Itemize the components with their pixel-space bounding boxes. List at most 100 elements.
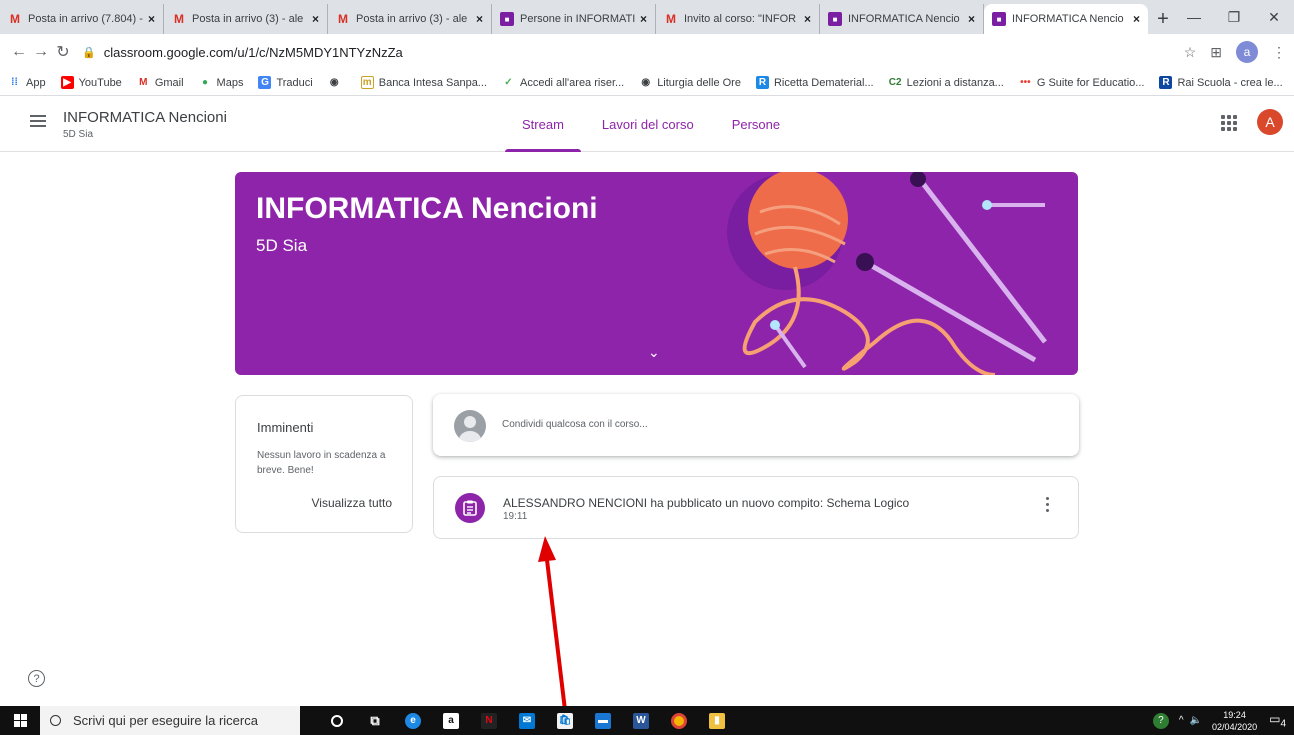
close-window-icon[interactable]: ✕ bbox=[1254, 0, 1294, 34]
bank-icon: m bbox=[360, 76, 374, 89]
cortana-icon[interactable] bbox=[318, 706, 356, 735]
class-nav-tabs: Stream Lavori del corso Persone bbox=[503, 97, 799, 152]
forward-icon[interactable]: → bbox=[30, 43, 52, 61]
star-bookmark-icon[interactable]: ☆ bbox=[1184, 44, 1197, 61]
bookmark-maps[interactable]: ● Maps bbox=[199, 76, 243, 89]
class-name[interactable]: INFORMATICA Nencioni bbox=[63, 109, 227, 126]
bookmark-accedi[interactable]: ✓ Accedi all'area riser... bbox=[502, 76, 624, 89]
banner-subtitle: 5D Sia bbox=[256, 236, 308, 255]
share-box[interactable]: Condividi qualcosa con il corso... bbox=[433, 394, 1079, 456]
close-tab-icon[interactable]: × bbox=[1133, 12, 1140, 26]
gmail-icon: M bbox=[139, 77, 148, 88]
minimize-icon[interactable]: — bbox=[1174, 0, 1214, 34]
gmail-icon: M bbox=[174, 12, 184, 26]
bookmark-rai[interactable]: R Rai Scuola - crea le... bbox=[1159, 76, 1283, 89]
amazon-icon[interactable]: a bbox=[432, 706, 470, 735]
profile-avatar[interactable]: a bbox=[1236, 41, 1258, 63]
word-icon[interactable]: W bbox=[622, 706, 660, 735]
bookmark-ricetta[interactable]: R Ricetta Dematerial... bbox=[755, 76, 874, 89]
file-explorer-icon[interactable]: ▬ bbox=[584, 706, 622, 735]
close-tab-icon[interactable]: × bbox=[968, 12, 975, 26]
globe-icon: ◉ bbox=[641, 77, 651, 88]
chrome-icon[interactable] bbox=[660, 706, 698, 735]
extensions-icon[interactable]: ⊞ bbox=[1210, 44, 1222, 61]
bookmark-gsuite[interactable]: ••• G Suite for Educatio... bbox=[1019, 76, 1144, 89]
system-tray: ? ^ 🔈 19:24 02/04/2020 ▭4 bbox=[1152, 706, 1294, 735]
bookmark-lezioni[interactable]: C2 Lezioni a distanza... bbox=[889, 76, 1004, 89]
taskbar-clock[interactable]: 19:24 02/04/2020 bbox=[1212, 709, 1257, 733]
volume-icon[interactable]: 🔈 bbox=[1190, 715, 1202, 726]
browser-tab-active[interactable]: ■ INFORMATICA Nencio × bbox=[984, 4, 1148, 34]
google-apps-icon[interactable] bbox=[1221, 115, 1237, 131]
view-all-link[interactable]: Visualizza tutto bbox=[312, 496, 393, 510]
windows-taskbar: Scrivi qui per eseguire la ricerca ⧉ e a… bbox=[0, 706, 1294, 735]
youtube-icon: ▶ bbox=[60, 76, 74, 89]
classroom-icon: ■ bbox=[500, 12, 514, 26]
translate-icon: G bbox=[258, 76, 272, 89]
bookmark-app[interactable]: ⁞⁞ App bbox=[8, 76, 45, 89]
task-view-icon[interactable]: ⧉ bbox=[356, 706, 394, 735]
bookmark-globe[interactable]: ◉ bbox=[328, 76, 346, 89]
browser-tab[interactable]: ■ Persone in INFORMATI × bbox=[492, 4, 656, 34]
maximize-icon[interactable]: ❐ bbox=[1214, 0, 1254, 34]
lock-icon: 🔒 bbox=[82, 46, 96, 59]
help-icon[interactable]: ? bbox=[28, 670, 45, 687]
globe-icon: ◉ bbox=[329, 77, 339, 88]
tab-stream[interactable]: Stream bbox=[503, 97, 583, 152]
browser-tab[interactable]: M Posta in arrivo (3) - ale × bbox=[328, 4, 492, 34]
browser-tab[interactable]: M Invito al corso: "INFOR × bbox=[656, 4, 820, 34]
browser-menu-icon[interactable]: ⋮ bbox=[1272, 44, 1286, 61]
browser-tab[interactable]: ■ INFORMATICA Nencio × bbox=[820, 4, 984, 34]
upcoming-title: Imminenti bbox=[257, 420, 314, 435]
upcoming-card: Imminenti Nessun lavoro in scadenza a br… bbox=[235, 395, 413, 533]
reload-icon[interactable]: ↻ bbox=[52, 42, 74, 62]
close-tab-icon[interactable]: × bbox=[804, 12, 811, 26]
stream-post[interactable]: ALESSANDRO NENCIONI ha pubblicato un nuo… bbox=[433, 476, 1079, 539]
prescription-icon: R bbox=[755, 76, 769, 89]
bookmark-liturgia[interactable]: ◉ Liturgia delle Ore bbox=[639, 76, 741, 89]
login-icon: ✓ bbox=[504, 77, 513, 88]
close-tab-icon[interactable]: × bbox=[476, 12, 483, 26]
browser-tab[interactable]: M Posta in arrivo (3) - ale × bbox=[164, 4, 328, 34]
address-bar: ← → ↻ 🔒 classroom.google.com/u/1/c/NzM5M… bbox=[0, 34, 1294, 70]
folder-icon[interactable]: ▮ bbox=[698, 706, 736, 735]
c2-icon: C2 bbox=[888, 77, 902, 88]
user-avatar-icon bbox=[454, 410, 486, 442]
close-tab-icon[interactable]: × bbox=[640, 12, 647, 26]
bookmark-traduci[interactable]: G Traduci bbox=[258, 76, 313, 89]
windows-start-icon[interactable] bbox=[0, 706, 40, 735]
tab-lavori-del-corso[interactable]: Lavori del corso bbox=[583, 97, 713, 152]
browser-tab[interactable]: M Posta in arrivo (7.804) - × bbox=[0, 4, 164, 34]
netflix-icon[interactable]: N bbox=[470, 706, 508, 735]
close-tab-icon[interactable]: × bbox=[312, 12, 319, 26]
store-icon[interactable]: 🛍 bbox=[546, 706, 584, 735]
assignment-icon bbox=[455, 493, 485, 523]
classroom-icon: ■ bbox=[992, 12, 1006, 26]
taskbar-search-input[interactable]: Scrivi qui per eseguire la ricerca bbox=[40, 706, 300, 735]
edge-icon[interactable]: e bbox=[394, 706, 432, 735]
gmail-icon: M bbox=[338, 12, 348, 26]
bookmark-banca[interactable]: m Banca Intesa Sanpa... bbox=[360, 76, 487, 89]
mail-icon[interactable]: ✉ bbox=[508, 706, 546, 735]
search-icon bbox=[50, 715, 61, 726]
maps-pin-icon: ● bbox=[202, 77, 209, 88]
account-avatar[interactable]: A bbox=[1257, 109, 1283, 135]
bookmark-gmail[interactable]: M Gmail bbox=[137, 76, 183, 89]
chevron-down-icon[interactable]: ⌄ bbox=[648, 344, 660, 361]
url-input[interactable]: 🔒 classroom.google.com/u/1/c/NzM5MDY1NTY… bbox=[82, 38, 1176, 66]
close-tab-icon[interactable]: × bbox=[148, 12, 155, 26]
bookmark-youtube[interactable]: ▶ YouTube bbox=[60, 76, 122, 89]
chevron-up-icon[interactable]: ^ bbox=[1179, 715, 1184, 726]
back-icon[interactable]: ← bbox=[8, 43, 30, 61]
help-tray-icon[interactable]: ? bbox=[1152, 712, 1169, 729]
tab-persone[interactable]: Persone bbox=[713, 97, 799, 152]
notifications-icon[interactable]: ▭4 bbox=[1269, 712, 1286, 729]
more-options-icon[interactable] bbox=[1046, 497, 1050, 512]
post-time: 19:11 bbox=[503, 511, 528, 522]
menu-icon[interactable] bbox=[30, 115, 46, 127]
classroom-header: INFORMATICA Nencioni 5D Sia Stream Lavor… bbox=[0, 97, 1294, 152]
classroom-icon: ■ bbox=[828, 12, 842, 26]
gmail-icon: M bbox=[666, 12, 676, 26]
gmail-icon: M bbox=[10, 12, 20, 26]
banner-title: INFORMATICA Nencioni bbox=[256, 192, 598, 225]
